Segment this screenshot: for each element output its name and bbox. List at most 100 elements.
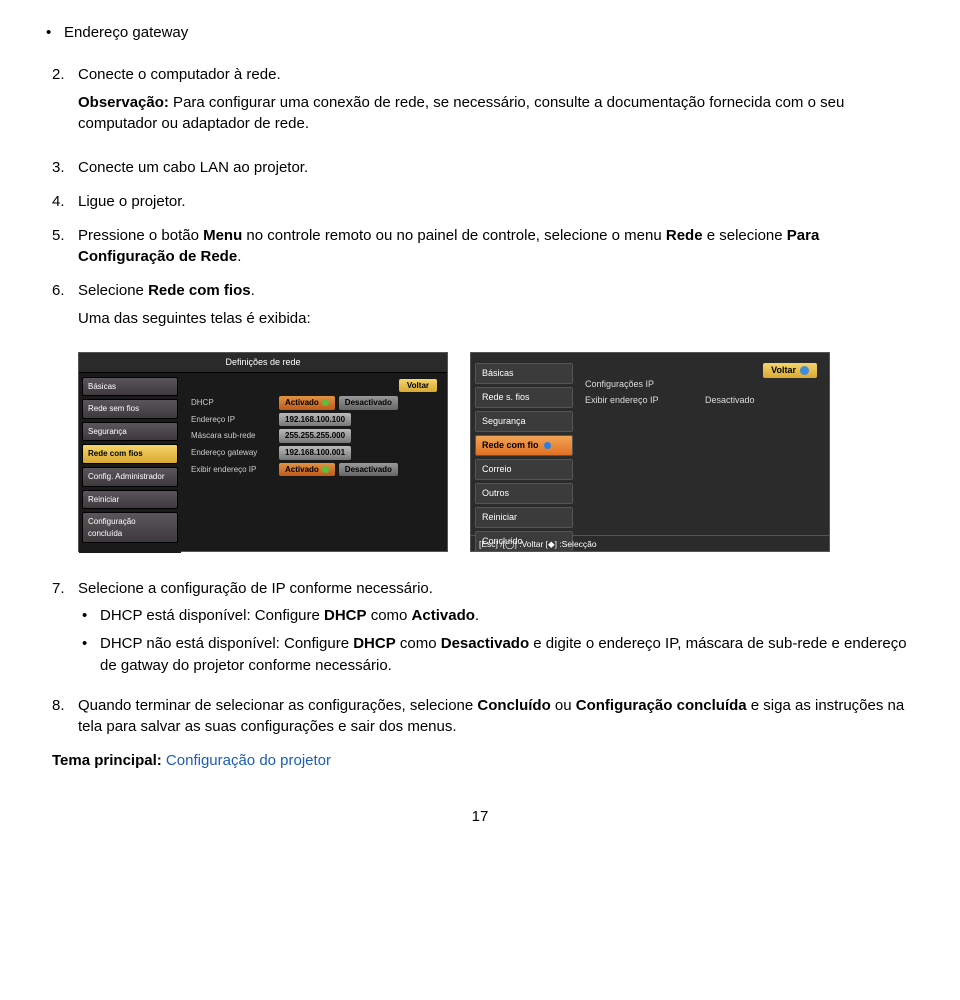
t-bold: Configuração concluída bbox=[576, 697, 747, 714]
t: Activado bbox=[285, 397, 319, 409]
ss1-row-dhcp: DHCP Activado Desactivado bbox=[191, 396, 437, 410]
ss2-footer-hint: [Esc] /[◯] :Voltar [◆] :Selecção bbox=[471, 535, 829, 552]
ss2-tab-rede-com-fio[interactable]: Rede com fio bbox=[475, 435, 573, 456]
t: como bbox=[396, 635, 441, 652]
ss1-tab-basicas[interactable]: Básicas bbox=[82, 377, 178, 397]
arrow-icon bbox=[322, 466, 329, 473]
ss1-title: Definições de rede bbox=[79, 353, 447, 373]
ss1-mask-value[interactable]: 255.255.255.000 bbox=[279, 429, 351, 443]
t-bold: DHCP bbox=[353, 635, 396, 652]
step-number: 7. bbox=[52, 578, 78, 683]
step-text: Conecte um cabo LAN ao projetor. bbox=[78, 157, 908, 179]
step-text: Conecte o computador à rede. bbox=[78, 64, 908, 86]
ss2-back-button[interactable]: Voltar bbox=[763, 363, 817, 378]
ss1-row-ip: Endereço IP 192.168.100.100 bbox=[191, 413, 437, 427]
ss1-label: Exibir endereço IP bbox=[191, 464, 279, 476]
enter-icon bbox=[544, 442, 551, 449]
ss2-tab-rede-s-fios[interactable]: Rede s. fios bbox=[475, 387, 573, 408]
bullet-text: DHCP não está disponível: Configure DHCP… bbox=[100, 633, 908, 677]
ss1-tab-reiniciar[interactable]: Reiniciar bbox=[82, 490, 178, 510]
back-icon bbox=[800, 366, 809, 375]
step-number: 2. bbox=[52, 64, 78, 145]
t: Activado bbox=[285, 464, 319, 476]
ss2-tab-reiniciar[interactable]: Reiniciar bbox=[475, 507, 573, 528]
ss1-showip-desactivado[interactable]: Desactivado bbox=[339, 463, 398, 477]
t: e selecione bbox=[703, 227, 787, 244]
ss2-tab-basicas[interactable]: Básicas bbox=[475, 363, 573, 384]
step-text: Selecione Rede com fios. bbox=[78, 280, 908, 302]
arrow-icon bbox=[322, 399, 329, 406]
t-bold: Concluído bbox=[477, 697, 550, 714]
ss2-row-conf-ip[interactable]: Configurações IP bbox=[585, 378, 817, 391]
step-8: 8. Quando terminar de selecionar as conf… bbox=[52, 695, 908, 739]
t-bold: Rede com fios bbox=[148, 282, 251, 299]
t: . bbox=[251, 282, 255, 299]
step-3: 3. Conecte um cabo LAN ao projetor. bbox=[52, 157, 908, 179]
ss1-tab-rede-sem-fios[interactable]: Rede sem fios bbox=[82, 399, 178, 419]
step-4: 4. Ligue o projetor. bbox=[52, 191, 908, 213]
t: Rede com fio bbox=[482, 439, 539, 452]
bullet-dot: • bbox=[78, 605, 100, 627]
ss1-label: Endereço IP bbox=[191, 414, 279, 426]
ss1-dhcp-activado[interactable]: Activado bbox=[279, 396, 335, 410]
step-number: 8. bbox=[52, 695, 78, 739]
tema-principal: Tema principal: Configuração do projetor bbox=[52, 750, 908, 772]
t-bold: DHCP bbox=[324, 607, 367, 624]
ss2-label: Configurações IP bbox=[585, 378, 705, 391]
ss1-label: Máscara sub-rede bbox=[191, 430, 279, 442]
step-number: 6. bbox=[52, 280, 78, 340]
ss2-tab-correio[interactable]: Correio bbox=[475, 459, 573, 480]
t: Pressione o botão bbox=[78, 227, 203, 244]
t-bold: Desactivado bbox=[441, 635, 529, 652]
step-7-bullet-1: • DHCP está disponível: Configure DHCP c… bbox=[78, 605, 908, 627]
t: Voltar bbox=[771, 364, 796, 377]
ss2-tab-outros[interactable]: Outros bbox=[475, 483, 573, 504]
t: no controle remoto ou no painel de contr… bbox=[242, 227, 666, 244]
t: como bbox=[367, 607, 412, 624]
ss2-row-show-ip[interactable]: Exibir endereço IP Desactivado bbox=[585, 394, 817, 407]
ss1-tab-config-concluida[interactable]: Configuração concluída bbox=[82, 512, 178, 543]
screenshots-row: Definições de rede Básicas Rede sem fios… bbox=[78, 352, 908, 552]
t: DHCP está disponível: Configure bbox=[100, 607, 324, 624]
bullet-text: Endereço gateway bbox=[64, 22, 908, 44]
t-bold: Activado bbox=[412, 607, 475, 624]
step-7-bullet-2: • DHCP não está disponível: Configure DH… bbox=[78, 633, 908, 677]
bullet-dot: • bbox=[78, 633, 100, 677]
step-6: 6. Selecione Rede com fios. Uma das segu… bbox=[52, 280, 908, 340]
page-number: 17 bbox=[52, 806, 908, 828]
step-text: Ligue o projetor. bbox=[78, 191, 908, 213]
ss2-value: Desactivado bbox=[705, 394, 755, 407]
tema-link[interactable]: Configuração do projetor bbox=[166, 752, 331, 769]
ss1-dhcp-desactivado[interactable]: Desactivado bbox=[339, 396, 398, 410]
step-7: 7. Selecione a configuração de IP confor… bbox=[52, 578, 908, 683]
ss1-row-show-ip: Exibir endereço IP Activado Desactivado bbox=[191, 463, 437, 477]
bullet-gateway: • Endereço gateway bbox=[42, 22, 908, 44]
ss2-tab-seguranca[interactable]: Segurança bbox=[475, 411, 573, 432]
bullet-dot: • bbox=[42, 22, 64, 44]
ss1-label: DHCP bbox=[191, 397, 279, 409]
ss1-tab-seguranca[interactable]: Segurança bbox=[82, 422, 178, 442]
ss2-sidebar: Básicas Rede s. fios Segurança Rede com … bbox=[471, 353, 577, 535]
step-2-note: Observação: Para configurar uma conexão … bbox=[78, 92, 908, 136]
ss1-back-button[interactable]: Voltar bbox=[399, 379, 437, 393]
ss1-row-gw: Endereço gateway 192.168.100.001 bbox=[191, 446, 437, 460]
step-text: Selecione a configuração de IP conforme … bbox=[78, 578, 908, 600]
ss1-tab-config-admin[interactable]: Config. Administrador bbox=[82, 467, 178, 487]
ss1-tab-rede-com-fios[interactable]: Rede com fios bbox=[82, 444, 178, 464]
step-text: Pressione o botão Menu no controle remot… bbox=[78, 225, 908, 269]
ss1-showip-activado[interactable]: Activado bbox=[279, 463, 335, 477]
step-6-sub: Uma das seguintes telas é exibida: bbox=[78, 308, 908, 330]
ss1-sidebar: Básicas Rede sem fios Segurança Rede com… bbox=[79, 373, 181, 553]
t: ou bbox=[551, 697, 576, 714]
step-number: 4. bbox=[52, 191, 78, 213]
t-bold: Rede bbox=[666, 227, 703, 244]
ss1-label: Endereço gateway bbox=[191, 447, 279, 459]
ss1-ip-value[interactable]: 192.168.100.100 bbox=[279, 413, 351, 427]
step-5: 5. Pressione o botão Menu no controle re… bbox=[52, 225, 908, 269]
screenshot-2: Básicas Rede s. fios Segurança Rede com … bbox=[470, 352, 830, 552]
ss1-gw-value[interactable]: 192.168.100.001 bbox=[279, 446, 351, 460]
step-number: 3. bbox=[52, 157, 78, 179]
note-text: Para configurar uma conexão de rede, se … bbox=[78, 94, 844, 133]
t-bold: Menu bbox=[203, 227, 242, 244]
step-number: 5. bbox=[52, 225, 78, 269]
